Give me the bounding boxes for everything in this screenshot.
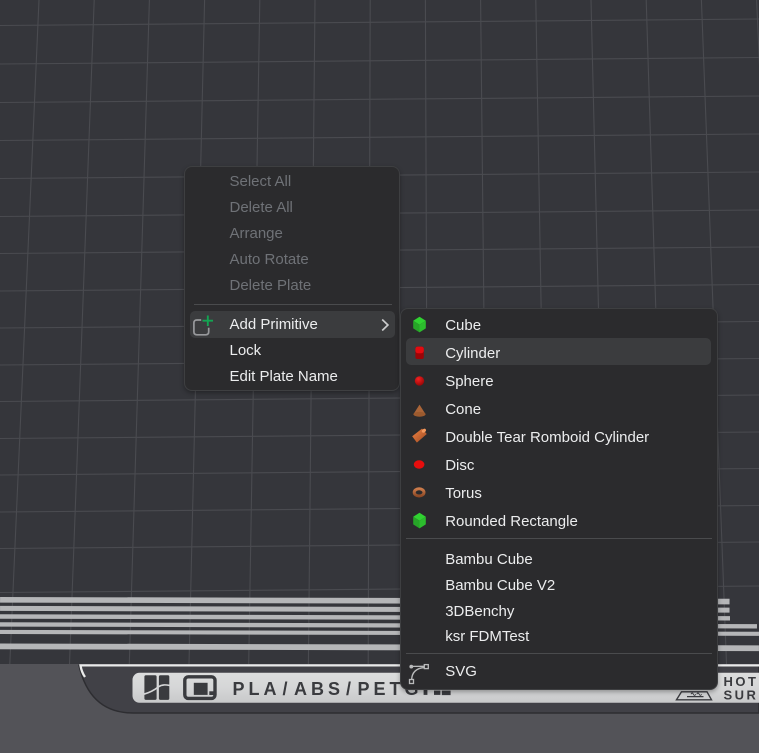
svg-text:PLA/ABS/PETG: PLA/ABS/PETG	[233, 679, 423, 699]
svg-text:SUR: SUR	[724, 688, 759, 703]
